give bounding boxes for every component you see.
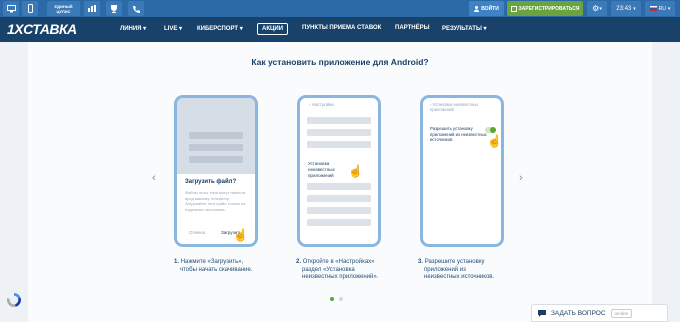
login-label: ВОЙТИ <box>481 5 499 12</box>
language-label: RU <box>658 5 666 12</box>
placeholder-bar <box>307 141 371 148</box>
step-text-line: неизвестных приложений». <box>302 274 379 280</box>
carousel-dot-active[interactable] <box>330 297 334 301</box>
placeholder-bar <box>307 207 371 214</box>
top-utility-bar: ЕДИНЫЙ ЦУПИС ВОЙТИ ЗАРЕГИСТРИРОВАТЬСЯ ⚙ ▾… <box>0 0 680 17</box>
logo-prefix: 1X <box>7 21 24 37</box>
phone-icon[interactable] <box>128 1 144 16</box>
step-text-line: чтобы начать скачивание. <box>180 266 253 273</box>
carousel-dot[interactable] <box>339 297 343 301</box>
time-label: 23:43 <box>616 5 632 12</box>
step-number: 2. <box>296 259 302 265</box>
register-label: ЗАРЕГИСТРИРОВАТЬСЯ <box>518 5 580 12</box>
user-icon <box>474 5 480 12</box>
language-selector[interactable]: RU ▾ <box>645 1 675 16</box>
nav-label: РЕЗУЛЬТАТЫ <box>442 26 482 32</box>
back-label: Настройки <box>311 102 334 107</box>
flag-icon <box>649 6 657 11</box>
phone-mockup-2: ‹ Настройки Установка неизвестных прилож… <box>297 95 381 247</box>
step-caption-1: 1. Нажмите «Загрузить», чтобы начать ска… <box>174 259 253 274</box>
chevron-down-icon: ▾ <box>667 5 671 12</box>
mobile-icon[interactable] <box>22 1 38 16</box>
step-caption-3: 3. Разрешите установку приложений из неи… <box>418 259 494 282</box>
main-nav: 1XСТАВКА ЛИНИЯ ▾ LIVE ▾ КИБЕРСПОРТ ▾ АКЦ… <box>0 17 680 42</box>
login-button[interactable]: ВОЙТИ <box>469 1 504 16</box>
hand-pointer-icon: ☝ <box>487 134 502 148</box>
placeholder-bar <box>189 132 243 139</box>
step-number: 3. <box>418 259 424 265</box>
nav-item-partners[interactable]: ПАРТНЁРЫ <box>395 25 429 31</box>
nav-label: ПУНКТЫ ПРИЕМА СТАВОК <box>302 25 382 31</box>
stats-icon[interactable] <box>84 1 100 16</box>
step-text-line: Откройте в «Настройках» <box>302 259 375 265</box>
placeholder-bar <box>307 129 371 136</box>
chat-label: ЗАДАТЬ ВОПРОС <box>551 309 606 317</box>
settings-button[interactable]: ⚙ ▾ <box>587 1 607 16</box>
recaptcha-icon <box>6 292 22 308</box>
gear-icon: ⚙ <box>592 4 600 13</box>
register-button[interactable]: ЗАРЕГИСТРИРОВАТЬСЯ <box>507 1 583 16</box>
chat-status-badge: on-line <box>610 308 633 318</box>
register-icon <box>510 5 517 12</box>
carousel-prev-button[interactable]: ‹ <box>152 172 156 184</box>
allow-unknown-sources-label: Разрешить установку приложений из неизве… <box>430 126 487 142</box>
chat-icon <box>538 309 546 317</box>
nav-item-results[interactable]: РЕЗУЛЬТАТЫ ▾ <box>442 25 487 32</box>
desktop-icon[interactable] <box>3 1 19 16</box>
placeholder-bar <box>307 183 371 190</box>
page-title: Как установить приложение для Android? <box>251 57 429 67</box>
placeholder-bar <box>307 219 371 226</box>
step-text-line: Разрешите установку <box>424 259 485 265</box>
back-link[interactable]: ‹ Установка неизвестных приложений <box>430 102 496 112</box>
dialog-text: Файлы этого типа могут нанести вред ваше… <box>185 190 246 212</box>
cupis-badge[interactable]: ЕДИНЫЙ ЦУПИС <box>47 1 80 16</box>
toggle-knob <box>490 127 496 133</box>
chevron-down-icon: ▾ <box>599 5 602 12</box>
nav-label: АКЦИИ <box>262 26 284 32</box>
logo[interactable]: 1XСТАВКА <box>7 21 77 37</box>
step-number: 1. <box>174 259 180 265</box>
placeholder-bar <box>189 144 243 151</box>
hand-pointer-icon: ☝ <box>348 164 363 178</box>
step-text-line: Нажмите «Загрузить», <box>180 259 244 265</box>
phone-mockup-1: Загрузить файл? Файлы этого типа могут н… <box>174 95 258 247</box>
nav-item-promotions[interactable]: АКЦИИ <box>257 23 289 35</box>
step-text-line: приложений из <box>424 266 466 273</box>
badge-line2: ЦУПИС <box>56 8 71 14</box>
carousel-next-button[interactable]: › <box>519 172 523 184</box>
dialog-title: Загрузить файл? <box>185 179 237 185</box>
allow-toggle[interactable] <box>485 127 496 133</box>
nav-item-live[interactable]: LIVE ▾ <box>164 25 182 32</box>
phone-mockup-3: ‹ Установка неизвестных приложений Разре… <box>420 95 504 247</box>
trophy-icon[interactable] <box>106 1 122 16</box>
placeholder-bar <box>307 117 371 124</box>
unknown-apps-option[interactable]: Установка неизвестных приложений <box>308 161 348 179</box>
nav-label: ЛИНИЯ <box>120 26 142 32</box>
nav-label: КИБЕРСПОРТ <box>197 26 239 32</box>
logo-suffix: СТАВКА <box>23 21 77 37</box>
placeholder-bar <box>189 156 243 163</box>
nav-item-line[interactable]: ЛИНИЯ ▾ <box>120 25 146 32</box>
step-caption-2: 2. Откройте в «Настройках» раздел «Устан… <box>296 259 378 282</box>
cancel-button[interactable]: Отмена <box>189 230 205 235</box>
ask-question-widget[interactable]: ЗАДАТЬ ВОПРОС on-line <box>531 304 668 322</box>
step-text-line: неизвестных источников. <box>424 274 495 280</box>
nav-item-betting-points[interactable]: ПУНКТЫ ПРИЕМА СТАВОК <box>302 25 381 31</box>
chevron-down-icon: ▾ <box>633 5 636 12</box>
nav-label: LIVE <box>164 26 178 32</box>
step-text-line: раздел «Установка <box>302 266 355 273</box>
placeholder-bar <box>307 195 371 202</box>
back-link[interactable]: ‹ Настройки <box>309 102 334 107</box>
nav-item-esports[interactable]: КИБЕРСПОРТ ▾ <box>197 25 243 32</box>
download-dialog: Загрузить файл? Файлы этого типа могут н… <box>177 174 255 244</box>
hand-pointer-icon: ☝ <box>233 228 248 242</box>
back-label: Установка неизвестных приложений <box>430 102 479 112</box>
time-selector[interactable]: 23:43 ▾ <box>611 1 641 16</box>
nav-label: ПАРТНЁРЫ <box>395 25 430 31</box>
